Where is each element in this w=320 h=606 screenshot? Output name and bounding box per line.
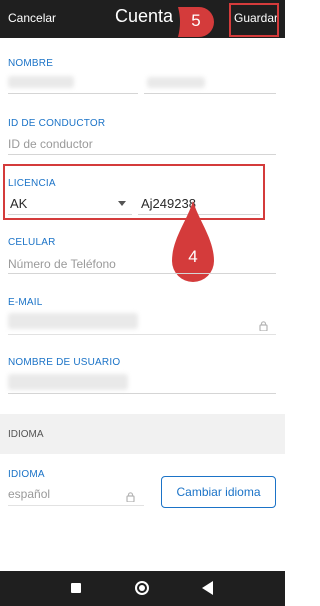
step-4-number: 4 <box>188 247 198 266</box>
username-underline <box>8 393 276 394</box>
username-value[interactable] <box>8 374 128 390</box>
language-section-title: IDIOMA <box>8 429 44 440</box>
username-label: NOMBRE DE USUARIO <box>8 357 121 368</box>
name-label: NOMBRE <box>8 58 54 69</box>
first-name-value[interactable] <box>8 76 74 88</box>
driver-id-underline <box>8 154 276 155</box>
change-language-button[interactable]: Cambiar idioma <box>161 476 276 508</box>
driver-id-label: ID DE CONDUCTOR <box>8 118 106 129</box>
last-name-underline <box>144 93 276 94</box>
first-name-underline <box>8 93 138 94</box>
license-highlight-box <box>3 164 265 220</box>
phone-underline <box>8 273 276 274</box>
email-value <box>8 313 138 329</box>
last-name-value[interactable] <box>147 77 205 88</box>
language-value: español <box>8 487 51 501</box>
lock-icon <box>259 318 268 332</box>
step-5-number: 5 <box>191 11 201 30</box>
cancel-button[interactable]: Cancelar <box>8 11 56 25</box>
back-icon[interactable] <box>202 581 213 595</box>
save-highlight-box <box>229 3 279 37</box>
home-icon-dot <box>139 585 145 591</box>
email-label: E-MAIL <box>8 297 43 308</box>
driver-id-field[interactable]: ID de conductor <box>8 137 93 151</box>
lock-icon <box>126 489 135 503</box>
language-label: IDIOMA <box>8 469 45 480</box>
page-title: Cuenta <box>115 6 174 26</box>
phone-label: CELULAR <box>8 237 56 248</box>
phone-field[interactable]: Número de Teléfono <box>8 257 116 271</box>
step-5-marker: 5 <box>172 4 216 40</box>
language-underline <box>8 505 144 506</box>
recents-icon[interactable] <box>71 583 81 593</box>
email-underline <box>8 334 276 335</box>
